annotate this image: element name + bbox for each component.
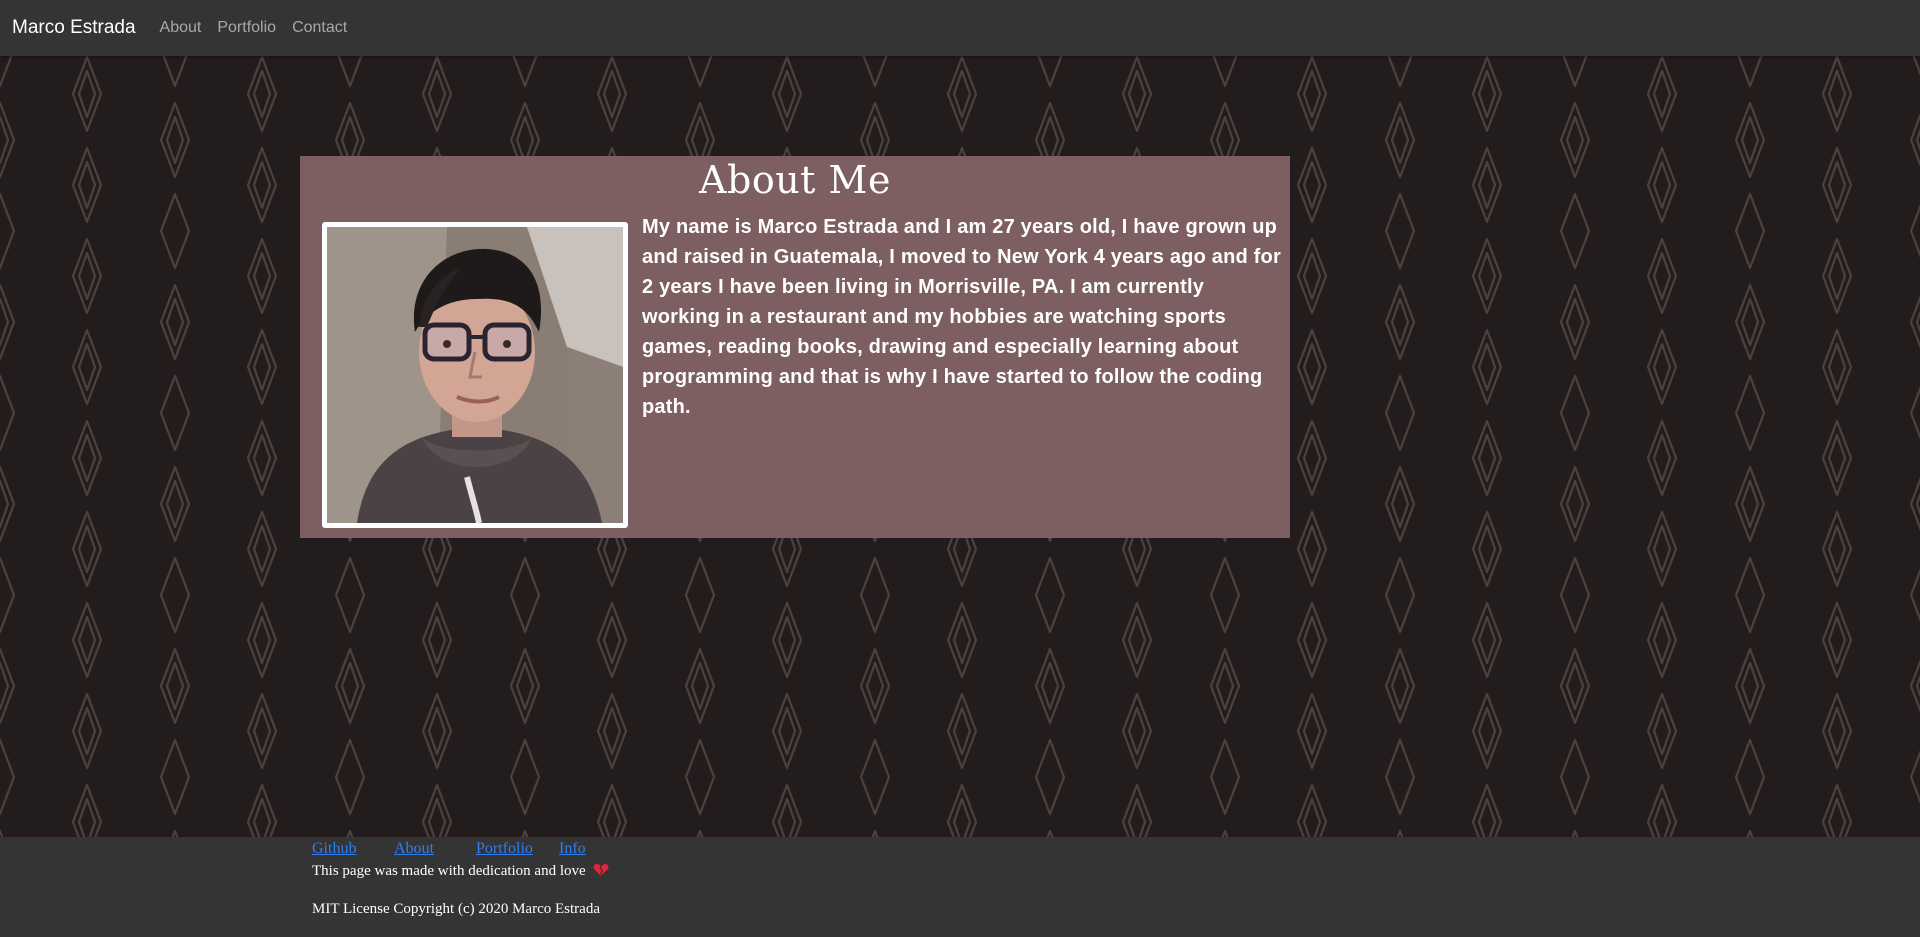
footer-tagline: This page was made with dedication and l…	[312, 863, 609, 882]
footer-link-info[interactable]: Info	[559, 840, 586, 858]
footer-link-github[interactable]: Github	[312, 840, 356, 858]
profile-photo	[322, 222, 628, 528]
profile-photo-image	[327, 227, 623, 523]
brand-link[interactable]: Marco Estrada	[12, 17, 136, 39]
about-text: My name is Marco Estrada and I am 27 yea…	[642, 216, 1281, 418]
footer-tagline-text: This page was made with dedication and l…	[312, 863, 586, 879]
broken-heart-icon	[593, 863, 609, 882]
footer-link-about[interactable]: About	[394, 840, 434, 858]
about-title: About Me	[699, 158, 891, 202]
footer-license: MIT License Copyright (c) 2020 Marco Est…	[312, 901, 600, 917]
footer-link-portfolio[interactable]: Portfolio	[476, 840, 533, 858]
nav-link-about[interactable]: About	[160, 19, 202, 37]
about-card: About Me My name is Marco Estrada and I …	[300, 156, 1290, 538]
nav-link-portfolio[interactable]: Portfolio	[217, 19, 276, 37]
footer: Github About Portfolio Info This page wa…	[0, 837, 1920, 937]
nav-link-contact[interactable]: Contact	[292, 19, 347, 37]
navbar: Marco Estrada About Portfolio Contact	[0, 0, 1920, 56]
